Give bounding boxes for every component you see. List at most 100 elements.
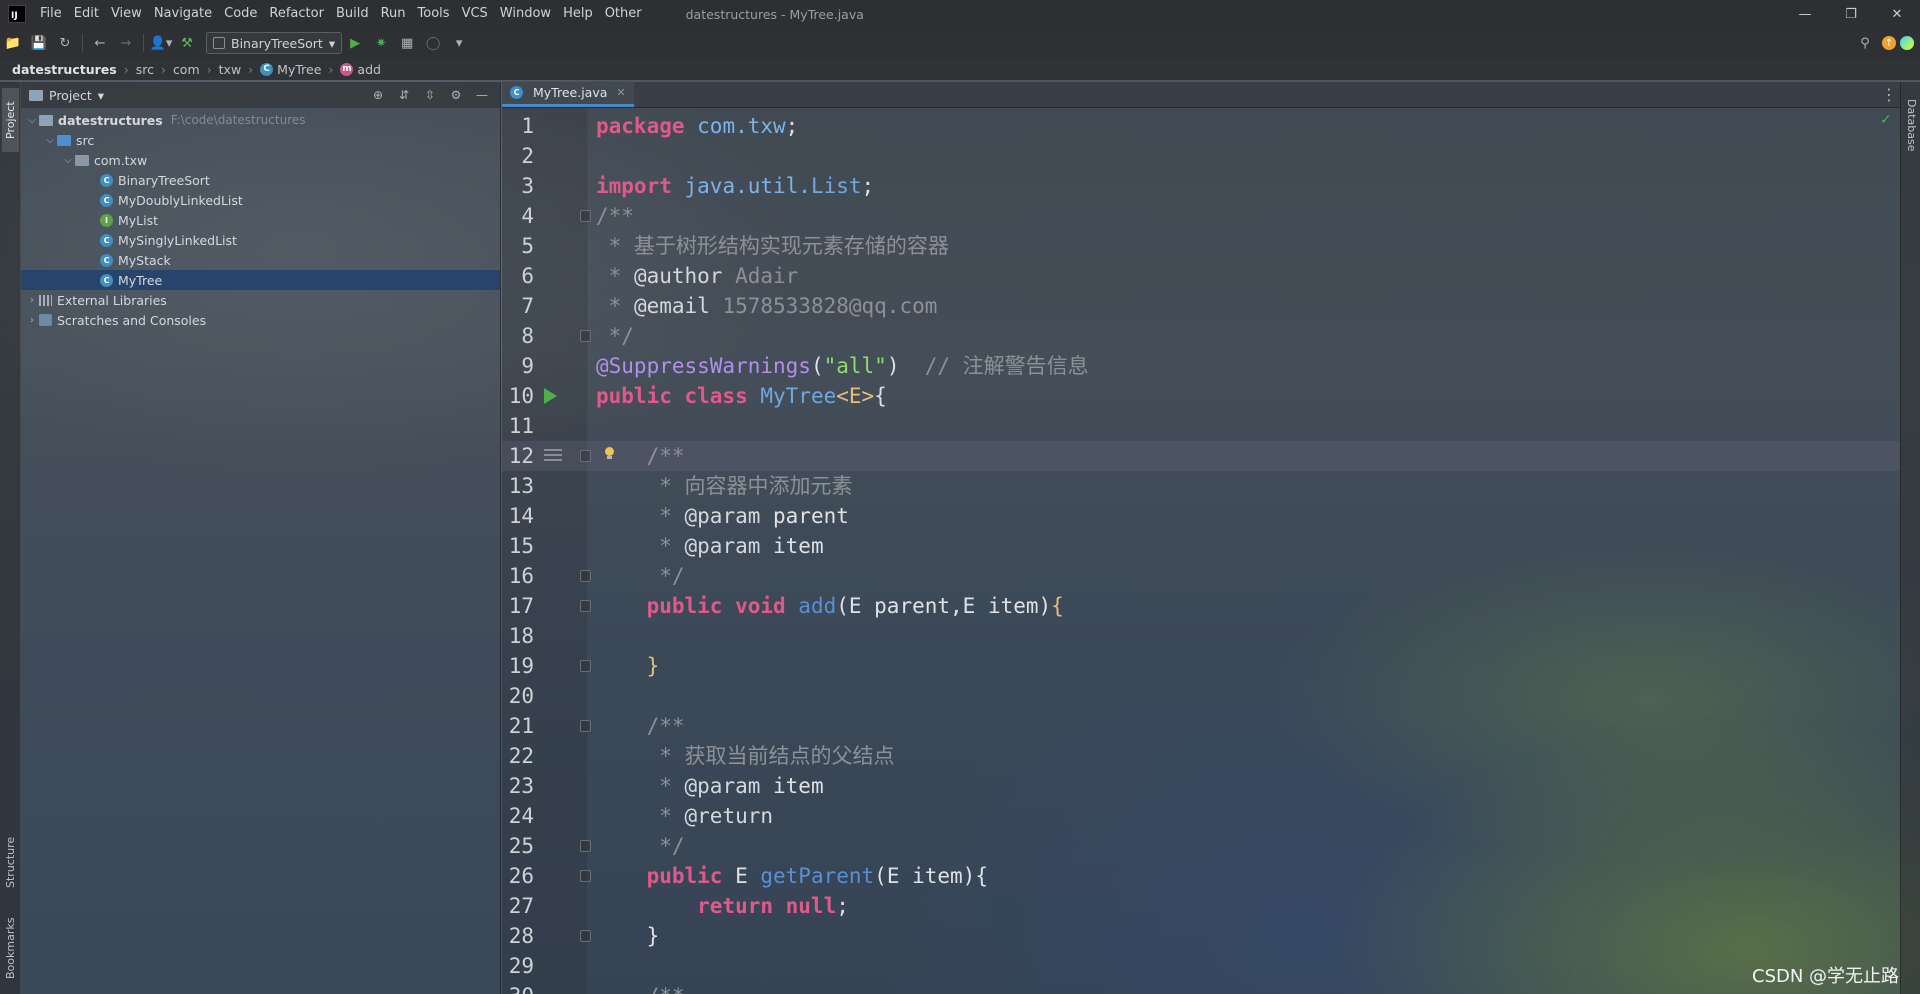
run-gutter-icon[interactable] [544, 381, 557, 411]
project-panel-title[interactable]: Project [49, 88, 92, 103]
updates-icon[interactable]: ↑ [1882, 36, 1896, 50]
profile-icon[interactable]: ◯ [420, 31, 446, 55]
tool-tab-bookmarks[interactable]: Bookmarks [2, 908, 19, 988]
fold-marker-icon[interactable] [580, 930, 591, 942]
back-arrow-icon[interactable]: ← [87, 31, 113, 55]
fold-marker-icon[interactable] [580, 870, 591, 882]
chevron-down-icon[interactable]: ⌵ [43, 135, 57, 146]
chevron-down-icon[interactable]: ▾ [98, 88, 104, 103]
menu-window[interactable]: Window [494, 0, 557, 28]
tool-tab-structure[interactable]: Structure [2, 822, 19, 902]
user-dropdown-icon[interactable]: 👤▾ [148, 31, 174, 55]
tree-item-external-libraries[interactable]: › External Libraries [21, 290, 500, 310]
fold-marker-icon[interactable] [580, 660, 591, 672]
chevron-down-icon[interactable]: ⌵ [61, 155, 75, 166]
code-line[interactable]: 19 } [502, 651, 1900, 681]
menu-file[interactable]: File [34, 0, 68, 28]
code-line[interactable]: 27 return null; [502, 891, 1900, 921]
code-line[interactable]: 3 import java.util.List; [502, 171, 1900, 201]
tree-item-mydoublylinkedlist[interactable]: C MyDoublyLinkedList [21, 190, 500, 210]
breadcrumb-mytree[interactable]: MyTree [277, 62, 321, 77]
more-run-options-icon[interactable]: ▾ [446, 31, 472, 55]
code-line[interactable]: 20 [502, 681, 1900, 711]
code-line[interactable]: 6 * @author Adair [502, 261, 1900, 291]
open-folder-icon[interactable]: 📁 [0, 31, 26, 55]
code-line[interactable]: 24 * @return [502, 801, 1900, 831]
breadcrumb-com[interactable]: com [173, 62, 200, 77]
run-icon[interactable]: ▶ [342, 31, 368, 55]
fold-marker-icon[interactable] [580, 840, 591, 852]
code-line[interactable]: 25 */ [502, 831, 1900, 861]
code-line[interactable]: 12 /** [502, 441, 1900, 471]
fold-marker-icon[interactable] [580, 720, 591, 732]
coverage-icon[interactable]: ▦ [394, 31, 420, 55]
code-editor[interactable]: ✓ 1 package com.txw; 2 3 import java.util.Li… [502, 108, 1900, 994]
more-tabs-icon[interactable]: ⋮ [1878, 81, 1900, 107]
fold-marker-icon[interactable] [580, 570, 591, 582]
tree-item-binarytreesort[interactable]: C BinaryTreeSort [21, 170, 500, 190]
menu-build[interactable]: Build [330, 0, 375, 28]
gear-icon[interactable]: ⚙ [444, 84, 468, 106]
menu-vcs[interactable]: VCS [456, 0, 494, 28]
code-line[interactable]: 17 public void add(E parent,E item){ [502, 591, 1900, 621]
code-line[interactable]: 2 [502, 141, 1900, 171]
tree-item-src[interactable]: ⌵ src [21, 130, 500, 150]
chevron-right-icon[interactable]: › [25, 315, 39, 326]
menu-code[interactable]: Code [218, 0, 263, 28]
fold-marker-icon[interactable] [580, 210, 591, 222]
menu-navigate[interactable]: Navigate [148, 0, 218, 28]
tree-item-scratches[interactable]: › Scratches and Consoles [21, 310, 500, 330]
expand-all-icon[interactable]: ⇵ [392, 84, 416, 106]
code-line[interactable]: 14 * @param parent [502, 501, 1900, 531]
restore-button[interactable]: ❐ [1828, 0, 1874, 28]
jetbrains-toolbox-icon[interactable] [1900, 36, 1914, 50]
breadcrumb-add[interactable]: add [357, 62, 381, 77]
code-line[interactable]: 26 public E getParent(E item){ [502, 861, 1900, 891]
menu-run[interactable]: Run [375, 0, 412, 28]
code-line[interactable]: 21 /** [502, 711, 1900, 741]
code-line[interactable]: 22 * 获取当前结点的父结点 [502, 741, 1900, 771]
run-configuration-select[interactable]: BinaryTreeSort ▾ [206, 32, 343, 54]
minimize-button[interactable]: — [1782, 0, 1828, 28]
menu-refactor[interactable]: Refactor [263, 0, 330, 28]
sync-icon[interactable]: ↻ [52, 31, 78, 55]
code-line[interactable]: 23 * @param item [502, 771, 1900, 801]
tree-item-mytree[interactable]: C MyTree [21, 270, 500, 290]
code-line[interactable]: 9 @SuppressWarnings("all") // 注解警告信息 [502, 351, 1900, 381]
tree-item-project-root[interactable]: ⌵ datestructures F:\code\datestructures [21, 110, 500, 130]
code-line[interactable]: 18 [502, 621, 1900, 651]
code-line[interactable]: 28 } [502, 921, 1900, 951]
fold-marker-icon[interactable] [580, 450, 591, 462]
code-line[interactable]: 13 * 向容器中添加元素 [502, 471, 1900, 501]
close-tab-icon[interactable]: ✕ [616, 86, 625, 99]
save-all-icon[interactable]: 💾 [26, 31, 52, 55]
menu-help[interactable]: Help [557, 0, 599, 28]
code-line[interactable]: 29 [502, 951, 1900, 981]
menu-tools[interactable]: Tools [412, 0, 456, 28]
forward-arrow-icon[interactable]: → [113, 31, 139, 55]
code-line[interactable]: 1 package com.txw; [502, 111, 1900, 141]
tree-item-mystack[interactable]: C MyStack [21, 250, 500, 270]
build-hammer-icon[interactable]: ⚒ [174, 31, 200, 55]
code-line[interactable]: 30 /** [502, 981, 1900, 994]
fold-marker-icon[interactable] [580, 600, 591, 612]
menu-edit[interactable]: Edit [68, 0, 105, 28]
code-line[interactable]: 7 * @email 1578533828@qq.com [502, 291, 1900, 321]
code-line[interactable]: 8 */ [502, 321, 1900, 351]
code-line[interactable]: 11 [502, 411, 1900, 441]
chevron-right-icon[interactable]: › [25, 295, 39, 306]
breadcrumb-src[interactable]: src [136, 62, 154, 77]
tree-item-mylist[interactable]: I MyList [21, 210, 500, 230]
tool-tab-database[interactable]: Database [1903, 88, 1920, 162]
search-icon[interactable]: ⚲ [1852, 31, 1878, 55]
editor-tab-mytree[interactable]: C MyTree.java ✕ [502, 81, 634, 107]
breadcrumb-project[interactable]: datestructures [12, 62, 117, 77]
fold-marker-icon[interactable] [580, 330, 591, 342]
close-window-button[interactable]: ✕ [1874, 0, 1920, 28]
menu-view[interactable]: View [105, 0, 148, 28]
menu-other[interactable]: Other [599, 0, 648, 28]
debug-bug-icon[interactable]: ✷ [368, 31, 394, 55]
code-line[interactable]: 15 * @param item [502, 531, 1900, 561]
collapse-all-icon[interactable]: ⇳ [418, 84, 442, 106]
breadcrumb-txw[interactable]: txw [219, 62, 242, 77]
